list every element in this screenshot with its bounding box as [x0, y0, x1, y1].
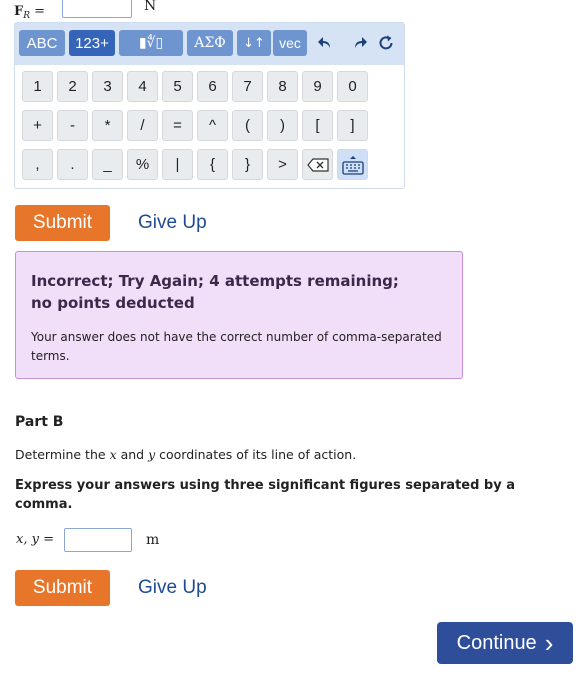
feedback-box: Incorrect; Try Again; 4 attempts remaini… [15, 251, 463, 379]
key-equals[interactable]: = [162, 110, 193, 141]
xy-unit-label: m [146, 532, 160, 548]
numbers-tab[interactable]: 123+ [69, 30, 115, 56]
feedback-message: Your answer does not have the correct nu… [31, 330, 442, 363]
key-open-bracket[interactable]: [ [302, 110, 333, 141]
chevron-right-icon: › [544, 628, 554, 658]
arrows-tab[interactable]: ↓↑ [237, 30, 271, 56]
templates-tab[interactable]: ▮∜▯ [119, 30, 183, 56]
fr-unit-label: N [144, 0, 157, 14]
key-5[interactable]: 5 [162, 71, 193, 102]
key-open-paren[interactable]: ( [232, 110, 263, 141]
key-close-brace[interactable]: } [232, 149, 263, 180]
key-6[interactable]: 6 [197, 71, 228, 102]
key-underscore[interactable]: _ [92, 149, 123, 180]
backspace-icon[interactable] [302, 149, 333, 180]
keyboard-toolbar: ABC 123+ ▮∜▯ ΑΣΦ ↓↑ vec [15, 23, 404, 65]
key-2[interactable]: 2 [57, 71, 88, 102]
key-3[interactable]: 3 [92, 71, 123, 102]
feedback-title: Incorrect; Try Again; 4 attempts remaini… [31, 272, 399, 312]
xy-answer-input[interactable] [64, 528, 132, 552]
key-0[interactable]: 0 [337, 71, 368, 102]
key-1[interactable]: 1 [22, 71, 53, 102]
give-up-link-part-a[interactable]: Give Up [138, 212, 207, 234]
continue-button[interactable]: Continue › [437, 622, 573, 664]
key-close-paren[interactable]: ) [267, 110, 298, 141]
submit-button-part-b[interactable]: Submit [15, 570, 110, 606]
submit-button-part-a[interactable]: Submit [15, 205, 110, 241]
xy-label: x, y = [16, 532, 54, 547]
part-b-format-hint: Express your answers using three signifi… [15, 478, 516, 512]
give-up-link-part-b[interactable]: Give Up [138, 577, 207, 599]
fr-label: FR = [14, 4, 46, 21]
key-divide[interactable]: / [127, 110, 158, 141]
math-keyboard: ABC 123+ ▮∜▯ ΑΣΦ ↓↑ vec 1 2 3 4 5 6 7 8 … [14, 22, 405, 189]
key-pipe[interactable]: | [162, 149, 193, 180]
vec-tab[interactable]: vec [273, 30, 307, 56]
undo-arrow-icon[interactable] [314, 32, 336, 54]
abc-tab[interactable]: ABC [19, 30, 65, 56]
part-b-instruction: Determine the x and y coordinates of its… [15, 447, 357, 462]
greek-tab[interactable]: ΑΣΦ [187, 30, 233, 56]
continue-label: Continue [456, 631, 537, 654]
key-close-bracket[interactable]: ] [337, 110, 368, 141]
key-4[interactable]: 4 [127, 71, 158, 102]
key-plus[interactable]: + [22, 110, 53, 141]
key-9[interactable]: 9 [302, 71, 333, 102]
fr-answer-input[interactable] [62, 0, 132, 18]
refresh-icon[interactable] [375, 32, 397, 54]
key-7[interactable]: 7 [232, 71, 263, 102]
key-percent[interactable]: % [127, 149, 158, 180]
key-8[interactable]: 8 [267, 71, 298, 102]
key-period[interactable]: . [57, 149, 88, 180]
keyboard-toggle-icon[interactable] [337, 149, 368, 180]
key-minus[interactable]: - [57, 110, 88, 141]
redo-arrow-icon[interactable] [349, 32, 371, 54]
fr-answer-row: FR = N [14, 0, 156, 21]
key-open-brace[interactable]: { [197, 149, 228, 180]
key-multiply[interactable]: * [92, 110, 123, 141]
part-b-title: Part B [15, 414, 64, 430]
key-comma[interactable]: , [22, 149, 53, 180]
key-greater-than[interactable]: > [267, 149, 298, 180]
key-caret[interactable]: ^ [197, 110, 228, 141]
